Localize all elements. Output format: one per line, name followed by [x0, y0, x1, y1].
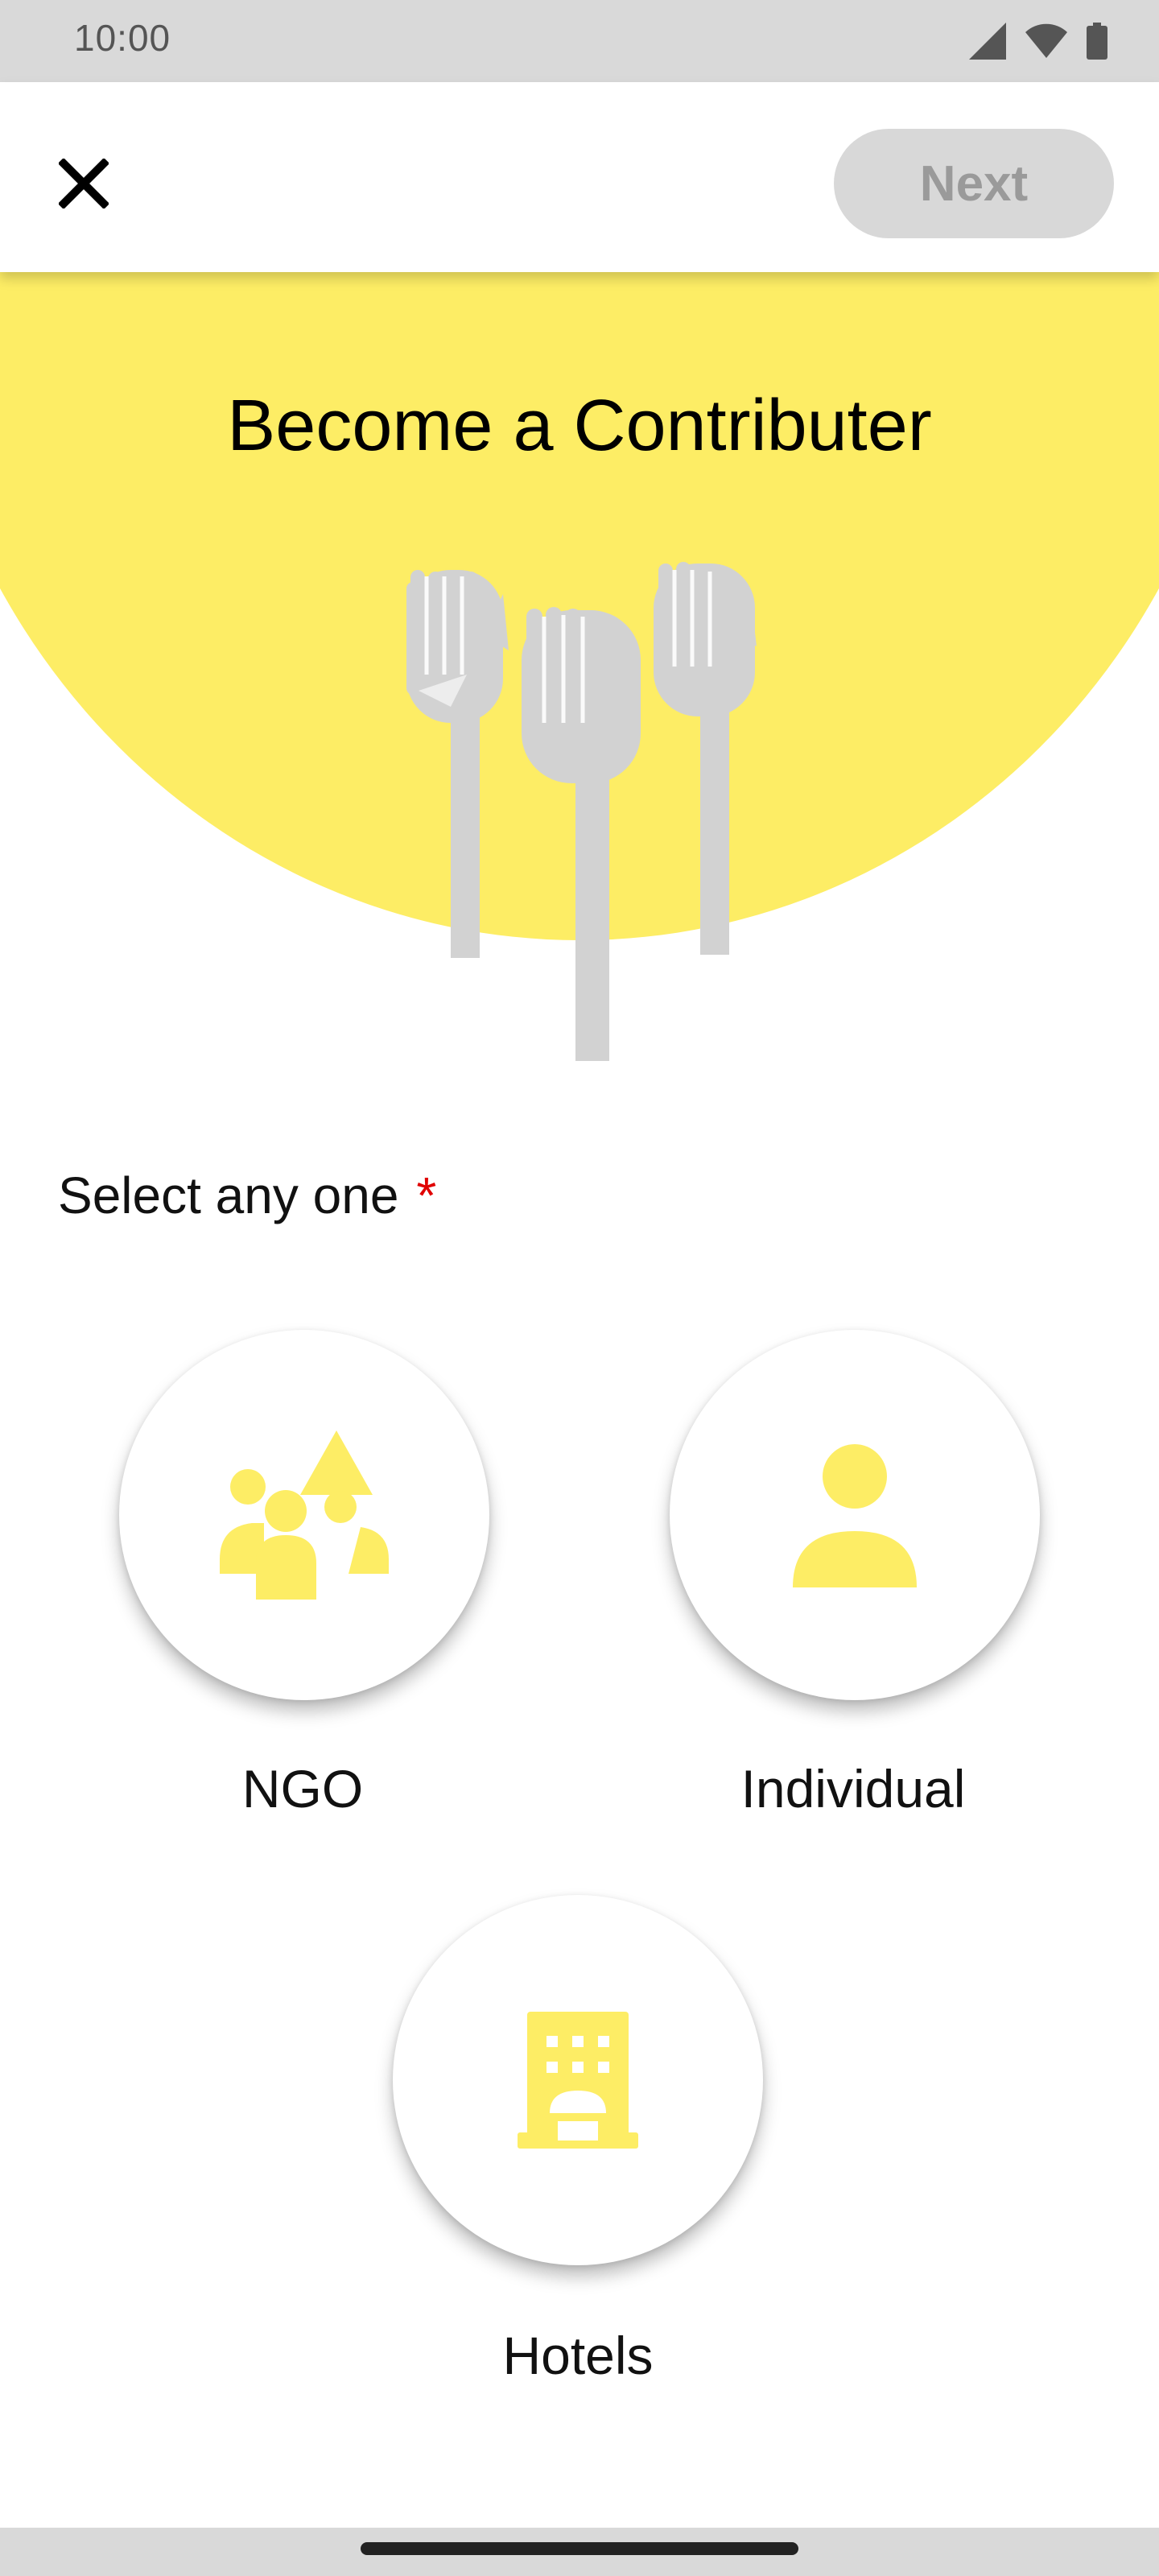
select-label-text: Select any one	[58, 1166, 399, 1224]
status-bar: 10:00	[0, 0, 1159, 82]
option-hotels[interactable]	[393, 1895, 763, 2265]
select-label: Select any one *	[58, 1166, 436, 1225]
person-icon	[793, 1444, 917, 1587]
status-time: 10:00	[74, 17, 171, 59]
option-ngo-label: NGO	[241, 1759, 364, 1818]
option-individual[interactable]	[670, 1330, 1040, 1700]
page-title: Become a Contributer	[227, 386, 932, 466]
option-hotels-label: Hotels	[502, 2326, 654, 2385]
home-gesture-handle[interactable]	[361, 2542, 798, 2555]
hero-banner: Become a Contributer	[0, 272, 1159, 1061]
battery-icon	[1087, 23, 1107, 60]
close-icon	[59, 159, 109, 208]
option-ngo[interactable]	[119, 1330, 489, 1700]
status-icons	[969, 23, 1107, 60]
navigation-bar	[0, 2528, 1159, 2576]
close-button[interactable]	[52, 151, 116, 216]
app-bar: Next	[0, 82, 1159, 272]
hotel-building-icon	[518, 2012, 638, 2149]
next-button[interactable]: Next	[834, 129, 1114, 238]
option-individual-label: Individual	[740, 1759, 966, 1818]
wifi-icon	[1025, 23, 1067, 58]
required-marker: *	[416, 1166, 437, 1224]
ngo-group-icon	[220, 1430, 389, 1600]
signal-icon	[969, 23, 1006, 60]
